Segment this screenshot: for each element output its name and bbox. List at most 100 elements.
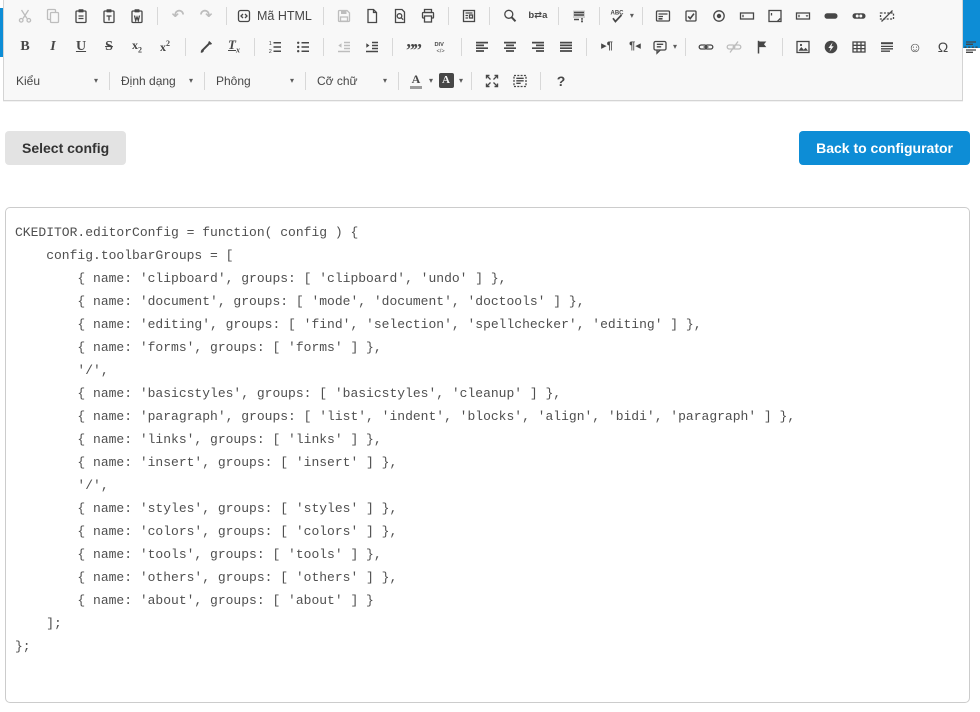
editor-toolbar: ↶ ↷ Mã HTML b⇄a ABC ▾ B I U Sx2 x2 Tx 1 2”” DIV </> ▸¶ ¶◂…: [3, 0, 978, 101]
toolbar-separator: [323, 37, 324, 56]
font-combo-label: Phông: [216, 73, 251, 88]
spell-check-icon: ABC: [608, 7, 626, 25]
flash-button[interactable]: [818, 35, 844, 59]
font-size-combo[interactable]: Cỡ chữ ▾: [312, 68, 392, 93]
justify-center-button[interactable]: [497, 35, 523, 59]
config-code-box: CKEDITOR.editorConfig = function( config…: [5, 207, 970, 703]
bulleted-list-icon: [294, 38, 312, 56]
hidden-field-button[interactable]: [874, 4, 900, 28]
div-container-button[interactable]: DIV </>: [428, 35, 454, 59]
justify-block-button[interactable]: [553, 35, 579, 59]
checkbox-button[interactable]: [678, 4, 704, 28]
form-button[interactable]: [650, 4, 676, 28]
bold-button[interactable]: B: [12, 35, 38, 59]
show-blocks-button[interactable]: [507, 69, 533, 93]
superscript-button[interactable]: x2: [152, 35, 178, 59]
spell-check-button[interactable]: ABC ▾: [607, 4, 635, 28]
templates-button[interactable]: [456, 4, 482, 28]
select-all-button[interactable]: [566, 4, 592, 28]
numbered-list-button[interactable]: 12: [262, 35, 288, 59]
bidi-rtl-button[interactable]: ¶◂: [622, 35, 648, 59]
show-blocks-icon: [511, 72, 529, 90]
numbered-list-icon: 12: [266, 38, 284, 56]
undo-icon: ↶: [171, 7, 185, 24]
back-to-configurator-button[interactable]: Back to configurator: [799, 131, 970, 165]
paste-button[interactable]: [68, 4, 94, 28]
indent-button[interactable]: [359, 35, 385, 59]
justify-right-icon: [529, 38, 547, 56]
select-field-icon: [794, 7, 812, 25]
text-color-button[interactable]: A ▾: [406, 69, 434, 93]
page-break-button[interactable]: [958, 35, 980, 59]
format-combo[interactable]: Định dạng ▾: [116, 68, 198, 93]
select-config-button[interactable]: Select config: [5, 131, 127, 165]
text-field-button[interactable]: [734, 4, 760, 28]
chevron-down-icon: ▾: [93, 75, 98, 85]
strike-button[interactable]: S: [96, 35, 122, 59]
smiley-button[interactable]: ☺: [902, 35, 928, 59]
bg-color-button[interactable]: A ▾: [436, 69, 464, 93]
replace-icon: b⇄a: [528, 9, 548, 21]
cut-button: [12, 4, 38, 28]
justify-left-button[interactable]: [469, 35, 495, 59]
toolbar-separator: [398, 71, 399, 90]
unlink-button: [721, 35, 747, 59]
toolbar-separator: [488, 6, 490, 25]
special-char-button[interactable]: Ω: [930, 35, 956, 59]
subscript-button[interactable]: x2: [124, 35, 150, 59]
blockquote-button[interactable]: ””: [400, 35, 426, 59]
font-combo[interactable]: Phông ▾: [211, 68, 299, 93]
source-button[interactable]: Mã HTML: [234, 4, 316, 28]
toolbar-separator: [557, 6, 559, 25]
select-all-icon: [570, 7, 588, 25]
paste-text-button[interactable]: [96, 4, 122, 28]
styles-combo[interactable]: Kiểu ▾: [11, 68, 103, 93]
justify-right-button[interactable]: [525, 35, 551, 59]
radio-button[interactable]: [706, 4, 732, 28]
copy-icon: [44, 7, 62, 25]
format-combo-label: Định dạng: [121, 73, 176, 88]
text-color-icon: A: [407, 72, 425, 90]
copy-formatting-button[interactable]: [193, 35, 219, 59]
paste-word-button[interactable]: [124, 4, 150, 28]
config-code: CKEDITOR.editorConfig = function( config…: [15, 225, 796, 654]
select-field-button[interactable]: [790, 4, 816, 28]
italic-button[interactable]: I: [40, 35, 66, 59]
button-field-button[interactable]: [818, 4, 844, 28]
toolbar-separator: [641, 6, 643, 25]
remove-format-button[interactable]: Tx: [221, 35, 247, 59]
strike-icon: S: [105, 38, 113, 54]
copy-button: [40, 4, 66, 28]
anchor-button[interactable]: [749, 35, 775, 59]
form-icon: [654, 7, 672, 25]
table-icon: [850, 38, 868, 56]
bulleted-list-button[interactable]: [290, 35, 316, 59]
image-button-button[interactable]: [846, 4, 872, 28]
svg-text:2: 2: [269, 49, 272, 55]
underline-button[interactable]: U: [68, 35, 94, 59]
find-button[interactable]: [497, 4, 523, 28]
chevron-down-icon: ▾: [629, 10, 634, 20]
remove-format-icon: Tx: [228, 37, 240, 55]
maximize-button[interactable]: [479, 69, 505, 93]
toolbar-separator: [204, 71, 205, 90]
toolbar-separator: [157, 6, 158, 25]
preview-button[interactable]: [387, 4, 413, 28]
link-icon: [697, 38, 715, 56]
find-icon: [501, 7, 519, 25]
justify-left-icon: [473, 38, 491, 56]
styles-combo-label: Kiểu: [16, 73, 41, 88]
table-button[interactable]: [846, 35, 872, 59]
help-button[interactable]: ?: [548, 69, 574, 93]
toolbar-separator: [254, 37, 255, 56]
language-button[interactable]: ▾: [650, 35, 678, 59]
new-page-button[interactable]: [359, 4, 385, 28]
italic-icon: I: [50, 38, 56, 54]
image-button[interactable]: [790, 35, 816, 59]
print-button[interactable]: [415, 4, 441, 28]
horizontal-rule-button[interactable]: [874, 35, 900, 59]
textarea-button[interactable]: [762, 4, 788, 28]
link-button[interactable]: [693, 35, 719, 59]
bidi-ltr-button[interactable]: ▸¶: [594, 35, 620, 59]
replace-button[interactable]: b⇄a: [525, 4, 551, 28]
